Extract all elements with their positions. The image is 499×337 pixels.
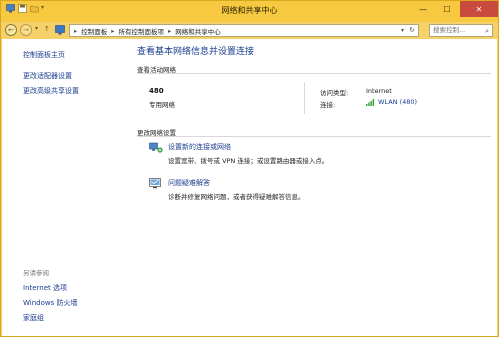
setup-new-connection-link[interactable]: 设置新的连接或网络 (168, 142, 231, 152)
address-dropdown-icon[interactable]: ▾ (401, 27, 404, 34)
network-setup-icon (149, 142, 163, 153)
back-button[interactable]: ← (5, 24, 17, 36)
breadcrumb-all-items[interactable]: 所有控制面板项 (119, 26, 165, 36)
window: ▾ 网络和共享中心 — ☐ ✕ ← → ▾ ↑ ▸ 控制面板 ▸ 所有控制面板项… (0, 0, 499, 337)
network-name: 480 (149, 87, 164, 95)
navigation-bar: ← → ▾ ↑ ▸ 控制面板 ▸ 所有控制面板项 ▸ 网络和共享中心 ▾ ↻ 搜… (1, 22, 498, 39)
content-area: 控制面板主页 更改适配器设置 更改高级共享设置 另请参阅 Internet 选项… (2, 39, 497, 336)
wlan-connection-name[interactable]: WLAN (480) (378, 98, 417, 106)
address-bar[interactable]: ▸ 控制面板 ▸ 所有控制面板项 ▸ 网络和共享中心 ▾ ↻ (69, 24, 419, 37)
main-panel: 查看基本网络信息并设置连接 查看活动网络 480 专用网络 访问类型: Inte… (137, 39, 492, 336)
sidebar-item-advanced-sharing[interactable]: 更改高级共享设置 (23, 86, 79, 96)
close-button[interactable]: ✕ (460, 1, 498, 17)
minimize-button[interactable]: — (411, 1, 435, 17)
maximize-button[interactable]: ☐ (435, 1, 459, 17)
breadcrumb-network-center[interactable]: 网络和共享中心 (175, 26, 221, 36)
troubleshoot-link[interactable]: 问题疑难解答 (168, 178, 210, 188)
breadcrumb-separator-icon[interactable]: ▸ (111, 27, 114, 35)
sidebar-item-internet-options[interactable]: Internet 选项 (23, 283, 67, 293)
network-info-divider (304, 82, 305, 114)
breadcrumb-separator-icon: ▸ (74, 26, 78, 35)
see-also-heading: 另请参阅 (23, 269, 49, 277)
title-bar: ▾ 网络和共享中心 — ☐ ✕ (1, 1, 498, 22)
forward-button[interactable]: → (20, 24, 32, 36)
search-placeholder: 搜索控制... (433, 26, 466, 34)
sidebar-item-control-panel-home[interactable]: 控制面板主页 (23, 50, 65, 60)
breadcrumb-separator-icon[interactable]: ▸ (168, 27, 171, 35)
sidebar-item-adapter-settings[interactable]: 更改适配器设置 (23, 71, 72, 81)
troubleshoot-icon (149, 178, 161, 189)
breadcrumb-control-panel[interactable]: 控制面板 (81, 26, 107, 36)
connection-label: 连接: (320, 101, 336, 109)
section-divider (137, 136, 491, 137)
network-type: 专用网络 (149, 101, 175, 109)
search-icon[interactable]: ⌕ (485, 26, 489, 37)
sidebar-item-firewall[interactable]: Windows 防火墙 (23, 298, 77, 308)
troubleshoot-desc: 诊断并修复网络问题，或者获得疑难解答信息。 (168, 193, 305, 201)
recent-pages-dropdown-icon[interactable]: ▾ (35, 25, 38, 32)
setup-new-connection-desc: 设置宽带、拨号或 VPN 连接；或设置路由器或接入点。 (168, 157, 329, 165)
access-type-value: Internet (366, 87, 392, 95)
search-input[interactable]: 搜索控制... ⌕ (429, 24, 493, 37)
wlan-connection-link[interactable]: WLAN (480) (366, 98, 417, 106)
up-button[interactable]: ↑ (44, 25, 50, 33)
page-title: 查看基本网络信息并设置连接 (137, 47, 255, 57)
section-divider (137, 73, 491, 74)
refresh-icon[interactable]: ↻ (409, 26, 415, 34)
sidebar: 控制面板主页 更改适配器设置 更改高级共享设置 另请参阅 Internet 选项… (2, 39, 130, 336)
wifi-signal-icon (366, 99, 375, 106)
sidebar-item-homegroup[interactable]: 家庭组 (23, 313, 44, 323)
control-panel-icon (55, 25, 65, 35)
access-type-label: 访问类型: (320, 89, 349, 97)
